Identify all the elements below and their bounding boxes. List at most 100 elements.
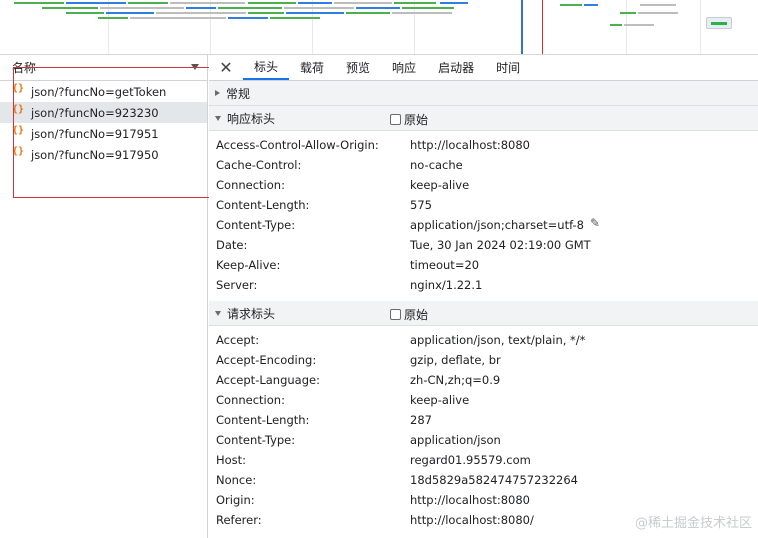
tab-initiator[interactable]: 启动器: [427, 55, 485, 80]
watermark: @稀土掘金技术社区: [634, 516, 752, 531]
overview-bar: [14, 2, 64, 4]
header-key: Accept:: [216, 333, 260, 347]
overview-bar: [584, 4, 598, 6]
overview-selection-handle[interactable]: [706, 17, 732, 29]
overview-bar: [638, 12, 678, 14]
details-tabbar: ✕ 标头 载荷 预览 响应 启动器 时间: [209, 55, 758, 81]
request-name: json/?funcNo=923230: [31, 105, 159, 120]
header-key: Access-Control-Allow-Origin:: [216, 138, 379, 152]
header-key: Origin:: [216, 493, 255, 507]
overview-gridline: [700, 0, 701, 54]
request-details-panel: ✕ 标头 载荷 预览 响应 启动器 时间 常规 响应标头 原始 Access-C…: [209, 55, 758, 538]
header-key: Cache-Control:: [216, 158, 302, 172]
header-key: Date:: [216, 238, 248, 252]
request-name: json/?funcNo=917950: [31, 147, 159, 162]
request-headers-section-header[interactable]: 请求标头 原始: [209, 301, 758, 326]
request-row[interactable]: json/?funcNo=getToken: [0, 81, 207, 102]
overview-bar: [98, 17, 128, 19]
request-headers-list: Accept: application/json, text/plain, */*…: [209, 326, 758, 536]
section-title: 请求标头: [227, 306, 276, 321]
header-row: Host: regard01.95579.com: [209, 450, 758, 470]
raw-label: 原始: [404, 113, 429, 127]
overview-bar: [128, 2, 168, 4]
header-key: Connection:: [216, 178, 285, 192]
header-row: Accept-Language: zh-CN,zh;q=0.9: [209, 370, 758, 390]
header-row: Keep-Alive: timeout=20: [209, 255, 758, 275]
header-key: Content-Type:: [216, 218, 296, 232]
close-icon[interactable]: ✕: [215, 55, 237, 80]
tab-response[interactable]: 响应: [381, 55, 427, 80]
collapse-arrow-icon: [215, 310, 221, 316]
header-value: 575: [410, 198, 432, 212]
header-value: keep-alive: [410, 178, 470, 192]
header-value: 18d5829a582474757232264: [410, 473, 578, 487]
request-name: json/?funcNo=getToken: [31, 84, 167, 99]
header-key: Server:: [216, 278, 258, 292]
overview-bar: [640, 4, 676, 6]
header-row: Content-Type: application/json: [209, 430, 758, 450]
overview-bar: [228, 17, 268, 19]
tab-timing[interactable]: 时间: [485, 55, 531, 80]
overview-bar: [286, 12, 344, 14]
response-raw-toggle[interactable]: 原始: [390, 111, 428, 128]
overview-bar: [106, 12, 154, 14]
overview-bar: [248, 12, 284, 14]
tab-headers[interactable]: 标头: [243, 55, 290, 80]
request-list-panel: 名称 json/?funcNo=getToken json/?funcNo=92…: [0, 55, 208, 538]
overview-bar: [560, 4, 582, 6]
tab-payload[interactable]: 载荷: [289, 55, 335, 80]
timeline-overview[interactable]: [0, 0, 758, 55]
overview-bar: [620, 12, 636, 14]
request-row[interactable]: json/?funcNo=917950: [0, 144, 207, 165]
header-value: keep-alive: [410, 393, 470, 407]
header-value: zh-CN,zh;q=0.9: [410, 373, 501, 387]
overview-bar: [394, 2, 436, 4]
raw-checkbox[interactable]: [390, 114, 401, 125]
sort-down-icon[interactable]: [191, 64, 199, 70]
general-section-header[interactable]: 常规: [209, 81, 758, 106]
header-row: Cache-Control: no-cache: [209, 155, 758, 175]
header-key: Content-Length:: [216, 413, 310, 427]
pencil-icon[interactable]: [590, 216, 602, 231]
raw-checkbox[interactable]: [390, 309, 401, 320]
overview-bar: [248, 2, 296, 4]
header-key: Referer:: [216, 513, 262, 527]
name-column-label: 名称: [12, 61, 37, 75]
name-column-header[interactable]: 名称: [0, 55, 207, 81]
overview-bar: [66, 2, 126, 4]
section-title: 常规: [226, 86, 251, 101]
overview-bar: [392, 12, 452, 14]
header-value: 287: [410, 413, 432, 427]
overview-bar: [218, 7, 282, 9]
overview-bar: [170, 2, 245, 4]
expand-arrow-icon: [215, 90, 220, 96]
request-row[interactable]: json/?funcNo=917951: [0, 123, 207, 144]
header-value: http://localhost:8080: [410, 493, 530, 507]
header-value: Tue, 30 Jan 2024 02:19:00 GMT: [410, 238, 591, 252]
header-row: Origin: http://localhost:8080: [209, 490, 758, 510]
header-row: Accept: application/json, text/plain, */*: [209, 330, 758, 350]
header-value: regard01.95579.com: [410, 453, 531, 467]
header-key: Nonce:: [216, 473, 257, 487]
overview-bar: [610, 24, 622, 26]
overview-bar: [42, 7, 98, 9]
header-value: application/json: [410, 433, 501, 447]
tab-preview[interactable]: 预览: [335, 55, 381, 80]
header-row: Content-Type: application/json;charset=ut…: [209, 215, 758, 235]
overview-bar: [186, 7, 216, 9]
request-name: json/?funcNo=917951: [31, 126, 159, 141]
header-row: Connection: keep-alive: [209, 175, 758, 195]
raw-label: 原始: [404, 308, 429, 322]
header-value: nginx/1.22.1: [410, 278, 483, 292]
response-headers-section-header[interactable]: 响应标头 原始: [209, 106, 758, 131]
overview-bar: [624, 24, 654, 26]
header-value: gzip, deflate, br: [410, 353, 501, 367]
overview-bar: [270, 17, 320, 19]
overview-bar: [130, 17, 226, 19]
request-row-selected[interactable]: json/?funcNo=923230: [0, 102, 207, 123]
header-key: Host:: [216, 453, 247, 467]
overview-bar: [284, 7, 354, 9]
json-request-icon: [12, 83, 25, 98]
request-raw-toggle[interactable]: 原始: [390, 306, 428, 323]
header-key: Content-Type:: [216, 433, 296, 447]
